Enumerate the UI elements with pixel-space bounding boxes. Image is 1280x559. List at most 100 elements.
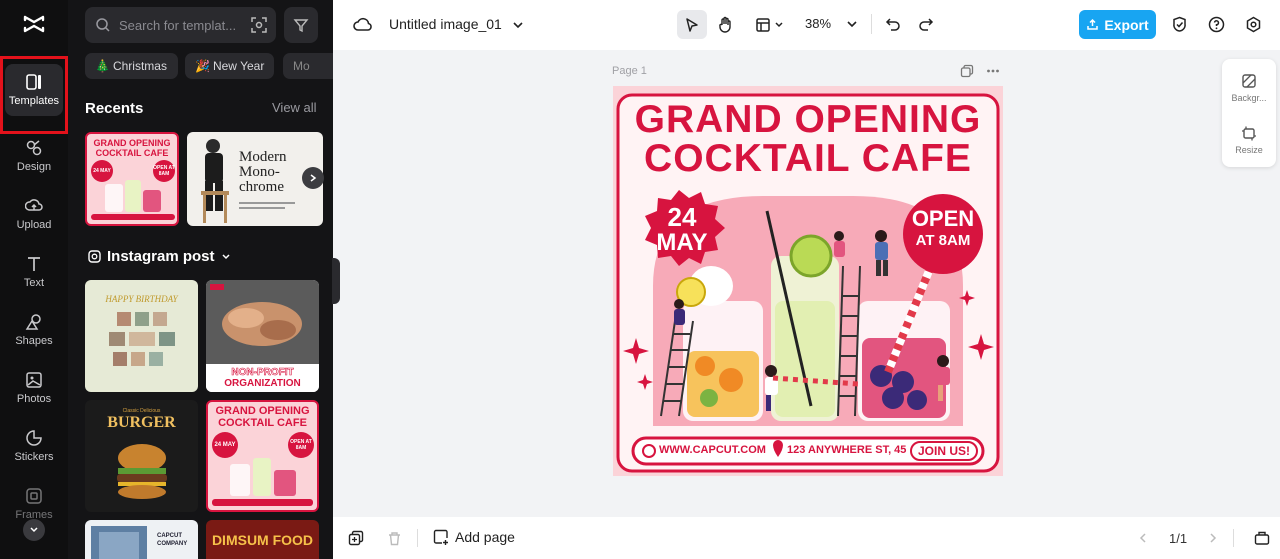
view-all-link[interactable]: View all — [272, 100, 317, 115]
resize-tool[interactable]: Resize — [1222, 115, 1276, 165]
thumb-open-badge: OPEN AT 8AM — [288, 432, 314, 458]
thumb-title-line2: ORGANIZATION — [224, 378, 301, 389]
image-search-icon[interactable] — [250, 16, 268, 34]
sidebar-item-photos[interactable]: Photos — [5, 362, 63, 414]
zoom-level[interactable]: 38% — [805, 16, 831, 31]
chip-more[interactable]: Mo — [283, 53, 333, 79]
sidebar-item-label: Design — [16, 161, 52, 173]
cursor-icon — [686, 17, 698, 32]
export-button[interactable]: Export — [1079, 10, 1156, 39]
chip-label: Christmas — [112, 59, 167, 73]
chip-new-year[interactable]: 🎉 New Year — [185, 53, 274, 79]
template-cocktail-cafe[interactable]: GRAND OPENING COCKTAIL CAFE 24 MAY OPEN … — [206, 400, 319, 512]
thumb-title-line1: GRAND OPENING — [215, 405, 310, 417]
zoom-dropdown[interactable] — [844, 15, 860, 33]
chip-emoji: 🎄 — [95, 59, 110, 73]
add-page-button[interactable]: Add page — [433, 529, 515, 545]
thumb-text-line — [239, 207, 285, 209]
background-tool[interactable]: Backgr... — [1222, 63, 1276, 113]
duplicate-page-button[interactable] — [347, 529, 365, 547]
select-tool-button[interactable] — [677, 10, 707, 39]
thumb-building-photo — [91, 526, 147, 559]
search-input[interactable] — [119, 17, 239, 33]
bottombar-divider — [417, 529, 418, 547]
recent-template-cocktail[interactable]: GRAND OPENING COCKTAIL CAFE 24 MAY OPEN … — [85, 132, 179, 226]
thumb-title-line2: COCKTAIL CAFE — [95, 148, 169, 158]
cloud-save-icon[interactable] — [353, 15, 373, 35]
shield-button[interactable] — [1169, 14, 1189, 34]
sidebar-item-label: Templates — [8, 95, 60, 107]
chevron-down-icon — [774, 22, 783, 28]
sidebar-item-label: Shapes — [15, 335, 53, 347]
chip-label: Mo — [293, 59, 310, 73]
undo-button[interactable] — [883, 14, 903, 34]
sidebar-item-templates[interactable]: Templates — [5, 64, 63, 116]
sidebar-item-design[interactable]: Design — [5, 130, 63, 182]
capcut-logo-icon[interactable] — [22, 12, 46, 36]
next-page-button[interactable] — [1205, 530, 1221, 546]
recents-next-button[interactable] — [302, 167, 324, 189]
more-options-icon[interactable] — [986, 64, 1000, 78]
toolbar-divider — [871, 14, 872, 34]
add-page-label: Add page — [455, 529, 515, 545]
thumb-title-line2: COMPANY — [157, 541, 188, 547]
thumb-footer-bar — [212, 499, 313, 506]
page-manager-button[interactable] — [1253, 529, 1271, 547]
poster-website: WWW.CAPCUT.COM — [659, 444, 766, 456]
category-selector[interactable]: Instagram post — [88, 248, 231, 265]
sidebar-item-stickers[interactable]: Stickers — [5, 420, 63, 472]
thumb-title-line1: GRAND OPENING — [93, 138, 171, 148]
redo-icon — [919, 18, 934, 31]
thumb-title-line1: Modern — [239, 149, 287, 165]
layout-button[interactable] — [751, 14, 787, 36]
thumb-title-line2: Mono- — [239, 164, 280, 180]
redo-button[interactable] — [916, 14, 936, 34]
sidebar-item-label: Upload — [16, 219, 52, 231]
shapes-icon — [25, 314, 41, 330]
chevron-down-icon — [30, 527, 38, 533]
thumb-title-line3: chrome — [239, 179, 284, 195]
chevron-right-icon — [310, 174, 317, 182]
template-dimsum-food[interactable]: DIMSUM FOOD — [206, 520, 319, 559]
panel-collapse-handle[interactable] — [332, 258, 340, 304]
sidebar-item-text[interactable]: Text — [5, 246, 63, 298]
thumb-open-badge: OPEN AT 8AM — [153, 160, 175, 182]
help-button[interactable] — [1206, 14, 1226, 34]
chip-christmas[interactable]: 🎄 Christmas — [85, 53, 178, 79]
poster-date-day: 24 — [667, 202, 697, 232]
poster-title-line1: GRAND OPENING — [634, 98, 982, 141]
recents-title: Recents — [85, 100, 144, 117]
design-canvas-poster[interactable]: GRAND OPENING COCKTAIL CAFE 24 MAY OPEN … — [613, 86, 1003, 476]
template-non-profit[interactable]: NON-PROFIT ORGANIZATION — [206, 280, 319, 392]
undo-icon — [885, 18, 900, 31]
thumb-title-line2: COCKTAIL CAFE — [218, 417, 307, 429]
template-burger[interactable]: Classic Delicious BURGER — [85, 400, 198, 512]
duplicate-page-icon[interactable] — [960, 64, 974, 78]
add-page-icon — [433, 529, 448, 545]
thumb-glasses-illustration — [105, 180, 161, 212]
page-tools — [960, 64, 1000, 78]
poster-address: 123 ANYWHERE ST, 45 — [787, 444, 907, 456]
design-icon — [26, 140, 42, 156]
template-capcut-company[interactable]: CAPCUT COMPANY — [85, 520, 198, 559]
duplicate-icon — [348, 530, 364, 546]
rail-expand-button[interactable] — [23, 519, 45, 541]
page-counter: 1/1 — [1169, 531, 1188, 546]
templates-panel: 🎄Christmas 🎉New Year Mo Recents View all… — [68, 0, 333, 559]
hand-tool-button[interactable] — [715, 14, 737, 36]
previous-page-button[interactable] — [1135, 530, 1151, 546]
settings-button[interactable] — [1243, 14, 1263, 34]
template-happy-birthday[interactable]: HAPPY BIRTHDAY — [85, 280, 198, 392]
bottombar-divider — [1233, 529, 1234, 547]
stickers-icon — [26, 430, 42, 446]
background-tool-label: Backgr... — [1231, 93, 1267, 103]
document-title[interactable]: Untitled image_01 — [389, 16, 524, 32]
filter-button[interactable] — [284, 7, 318, 43]
sidebar-item-shapes[interactable]: Shapes — [5, 304, 63, 356]
poster-cta: JOIN US! — [917, 444, 970, 458]
sidebar-item-upload[interactable]: Upload — [5, 188, 63, 240]
delete-page-button[interactable] — [385, 529, 403, 547]
document-title-text: Untitled image_01 — [389, 16, 502, 32]
frames-icon — [26, 488, 42, 504]
thumb-title: DIMSUM FOOD — [211, 532, 314, 548]
